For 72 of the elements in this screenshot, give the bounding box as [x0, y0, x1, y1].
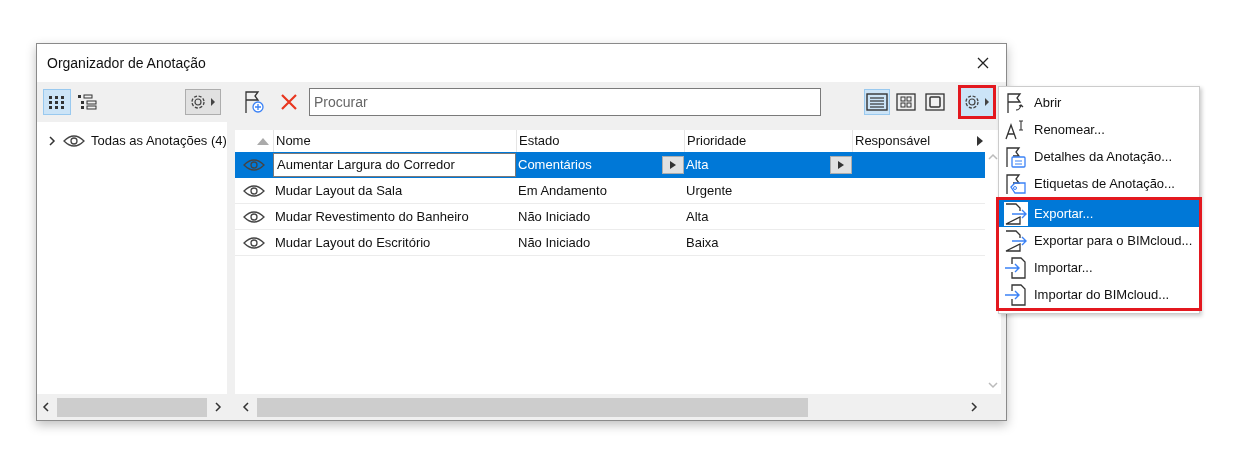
flag-add-icon: [244, 90, 266, 114]
flag-tag-icon: [1005, 172, 1027, 195]
table-cell-text: Mudar Layout do Escritório: [274, 233, 432, 252]
menu-item-label: Etiquetas de Anotação...: [1034, 174, 1175, 193]
scroll-left-icon[interactable]: [41, 402, 51, 412]
menu-item-label: Abrir: [1034, 93, 1062, 112]
scroll-right-icon[interactable]: [212, 402, 223, 412]
file-export-icon: [1004, 202, 1028, 225]
close-icon: [977, 57, 989, 69]
table-row[interactable]: Mudar Revestimento do Banheiro Não Iniciado Alta: [235, 204, 985, 230]
eye-icon[interactable]: [63, 135, 85, 147]
settings-button[interactable]: [958, 85, 996, 119]
dropdown-button[interactable]: [830, 155, 852, 174]
table-cell-text: Urgente: [686, 181, 733, 200]
table-row[interactable]: Aumentar Largura do Corredor Comentários Alta: [235, 152, 985, 178]
menu-item[interactable]: Exportar...: [999, 200, 1199, 227]
list-view-icon: [866, 93, 888, 111]
tree-view-icon: [77, 94, 97, 110]
table-cell-text: Baixa: [686, 233, 719, 252]
grid-view-icon: [48, 95, 66, 109]
menu-item-label: Importar...: [1034, 258, 1093, 277]
menu-item[interactable]: Etiquetas de Anotação...: [999, 170, 1199, 197]
menu-item-label: Importar do BIMcloud...: [1034, 285, 1170, 304]
scroll-right-icon[interactable]: [969, 402, 979, 412]
scroll-left-icon[interactable]: [241, 402, 251, 412]
view-toggle[interactable]: [43, 89, 71, 115]
table-cell-text: Mudar Revestimento do Banheiro: [274, 207, 470, 226]
table-cell-text: Mudar Layout da Sala: [274, 181, 404, 200]
menu-item-label: Renomear...: [1034, 120, 1105, 139]
file-import-icon: [1004, 256, 1028, 279]
settings-button[interactable]: [184, 89, 221, 115]
caret-icon: [670, 160, 676, 169]
eye-icon[interactable]: [243, 210, 265, 223]
menu-item[interactable]: Importar...: [999, 254, 1199, 281]
menu-item[interactable]: Detalhes da Anotação...: [999, 143, 1199, 170]
table-cell-text: Comentários: [518, 155, 592, 174]
flag-icon: [1006, 91, 1026, 114]
menu-item-label: Exportar...: [1034, 204, 1094, 223]
file-export-icon: [1004, 229, 1028, 252]
menu-item[interactable]: Importar do BIMcloud...: [999, 281, 1199, 308]
menu-item[interactable]: Renomear...: [999, 116, 1199, 143]
eye-icon[interactable]: [243, 184, 265, 197]
close-icon: [281, 94, 297, 110]
name-edit-field[interactable]: Aumentar Largura do Corredor: [273, 152, 516, 177]
view-toggle[interactable]: [864, 89, 890, 115]
tree-label: Todas as Anotações (4): [91, 132, 227, 151]
expand-chevron-icon[interactable]: [47, 136, 57, 146]
table-cell-text: Alta: [686, 155, 709, 174]
eye-icon[interactable]: [243, 236, 265, 249]
window-title: Organizador de Anotação: [47, 53, 206, 73]
menu-item-label: Exportar para o BIMcloud...: [1034, 231, 1193, 250]
table-cell-text: Alta: [686, 207, 709, 226]
single-view-icon: [925, 93, 945, 111]
scrollbar-thumb[interactable]: [57, 397, 207, 417]
tree-item[interactable]: Todas as Anotações (4): [37, 130, 227, 152]
table-cell-text: Não Iniciado: [518, 207, 591, 226]
dropdown-button[interactable]: [662, 155, 684, 174]
table-row[interactable]: Mudar Layout do Escritório Não Iniciado Baixa: [235, 230, 985, 256]
flag-details-icon: [1005, 145, 1027, 168]
menu-item-label: Detalhes da Anotação...: [1034, 147, 1173, 166]
menu-item[interactable]: Exportar para o BIMcloud...: [999, 227, 1199, 254]
search-field[interactable]: Procurar: [309, 88, 821, 116]
table-row[interactable]: Mudar Layout da Sala Em Andamento Urgente: [235, 178, 985, 204]
scrollbar-thumb[interactable]: [257, 397, 808, 417]
file-import-icon: [1004, 283, 1028, 306]
menu-item[interactable]: Abrir: [999, 89, 1199, 116]
scroll-right-caret-icon: [977, 136, 983, 146]
caret-icon: [838, 160, 844, 169]
tiles-view-icon: [896, 93, 916, 111]
sort-ascending-icon: [257, 137, 269, 145]
table-cell-text: Não Iniciado: [518, 233, 591, 252]
table-cell-text: Em Andamento: [518, 181, 607, 200]
